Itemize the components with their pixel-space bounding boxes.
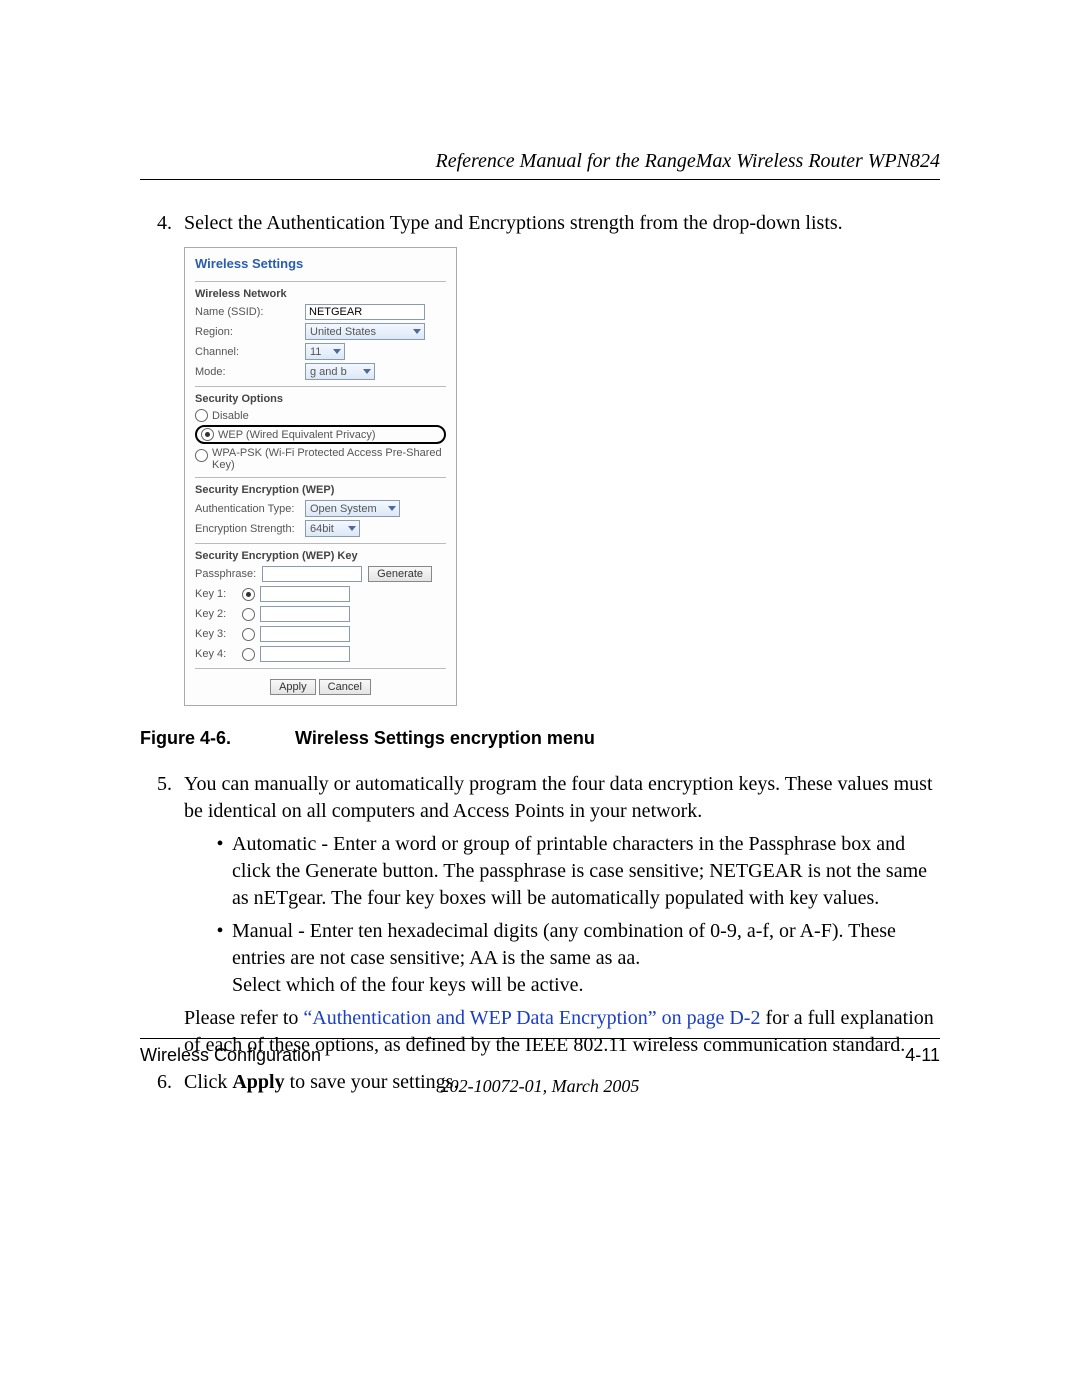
- radio-disable-label: Disable: [212, 410, 249, 422]
- bullet-dot-icon: •: [208, 918, 232, 999]
- radio-wep-label: WEP (Wired Equivalent Privacy): [218, 429, 376, 441]
- ref-pre: Please refer to: [184, 1007, 303, 1029]
- key3-input[interactable]: [260, 626, 350, 642]
- step-5-number: 5.: [140, 771, 184, 1065]
- divider: [195, 477, 446, 478]
- mode-label: Mode:: [195, 366, 305, 378]
- divider: [195, 543, 446, 544]
- radio-key4[interactable]: [242, 648, 255, 661]
- step-4-number: 4.: [140, 210, 184, 237]
- wireless-settings-panel: Wireless Settings Wireless Network Name …: [184, 247, 457, 706]
- footer-rule: [140, 1038, 940, 1039]
- figure-label: Figure 4-6.: [140, 728, 290, 749]
- apply-button[interactable]: Apply: [270, 679, 316, 695]
- footer-section-name: Wireless Configuration: [140, 1045, 321, 1066]
- radio-disable[interactable]: [195, 409, 208, 422]
- key2-label: Key 2:: [195, 608, 237, 620]
- radio-key3[interactable]: [242, 628, 255, 641]
- channel-label: Channel:: [195, 346, 305, 358]
- divider: [195, 386, 446, 387]
- generate-button[interactable]: Generate: [368, 566, 432, 582]
- mode-value: g and b: [310, 366, 347, 378]
- figure-caption-text: Wireless Settings encryption menu: [295, 728, 595, 748]
- wep-reference-link[interactable]: “Authentication and WEP Data Encryption”…: [303, 1007, 760, 1029]
- radio-wep[interactable]: [201, 428, 214, 441]
- bullet-dot-icon: •: [208, 831, 232, 912]
- enc-strength-label: Encryption Strength:: [195, 523, 305, 535]
- ssid-input[interactable]: [305, 304, 425, 320]
- channel-value: 11: [310, 346, 321, 358]
- radio-wpa[interactable]: [195, 449, 208, 462]
- bullet-manual-line1: Manual - Enter ten hexadecimal digits (a…: [232, 918, 940, 972]
- region-select[interactable]: United States: [305, 323, 425, 340]
- region-value: United States: [310, 326, 376, 338]
- bullet-automatic: Automatic - Enter a word or group of pri…: [232, 831, 940, 912]
- panel-title: Wireless Settings: [195, 256, 446, 271]
- auth-type-value: Open System: [310, 503, 377, 515]
- footer-page-number: 4-11: [905, 1045, 940, 1066]
- wep-key-heading: Security Encryption (WEP) Key: [195, 550, 446, 562]
- key1-input[interactable]: [260, 586, 350, 602]
- wireless-network-heading: Wireless Network: [195, 288, 446, 300]
- ssid-label: Name (SSID):: [195, 306, 305, 318]
- region-label: Region:: [195, 326, 305, 338]
- security-encryption-heading: Security Encryption (WEP): [195, 484, 446, 496]
- key1-label: Key 1:: [195, 588, 237, 600]
- divider: [195, 281, 446, 282]
- enc-strength-select[interactable]: 64bit: [305, 520, 360, 537]
- bullet-manual-line2: Select which of the four keys will be ac…: [232, 972, 940, 999]
- step-4-text: Select the Authentication Type and Encry…: [184, 210, 940, 237]
- key4-label: Key 4:: [195, 648, 237, 660]
- auth-type-select[interactable]: Open System: [305, 500, 400, 517]
- enc-strength-value: 64bit: [310, 523, 334, 535]
- key3-label: Key 3:: [195, 628, 237, 640]
- divider: [195, 668, 446, 669]
- key4-input[interactable]: [260, 646, 350, 662]
- cancel-button[interactable]: Cancel: [319, 679, 371, 695]
- page-header-title: Reference Manual for the RangeMax Wirele…: [140, 150, 940, 173]
- key2-input[interactable]: [260, 606, 350, 622]
- channel-select[interactable]: 11: [305, 343, 345, 360]
- passphrase-input[interactable]: [262, 566, 362, 582]
- footer-doc-id: 202-10072-01, March 2005: [140, 1076, 940, 1097]
- mode-select[interactable]: g and b: [305, 363, 375, 380]
- auth-type-label: Authentication Type:: [195, 503, 305, 515]
- radio-key1[interactable]: [242, 588, 255, 601]
- security-options-heading: Security Options: [195, 393, 446, 405]
- radio-wpa-label: WPA-PSK (Wi-Fi Protected Access Pre-Shar…: [212, 447, 446, 471]
- radio-key2[interactable]: [242, 608, 255, 621]
- step-5-text: You can manually or automatically progra…: [184, 771, 940, 825]
- passphrase-label: Passphrase:: [195, 568, 256, 580]
- highlighted-wep-option: WEP (Wired Equivalent Privacy): [195, 425, 446, 444]
- header-rule: [140, 179, 940, 180]
